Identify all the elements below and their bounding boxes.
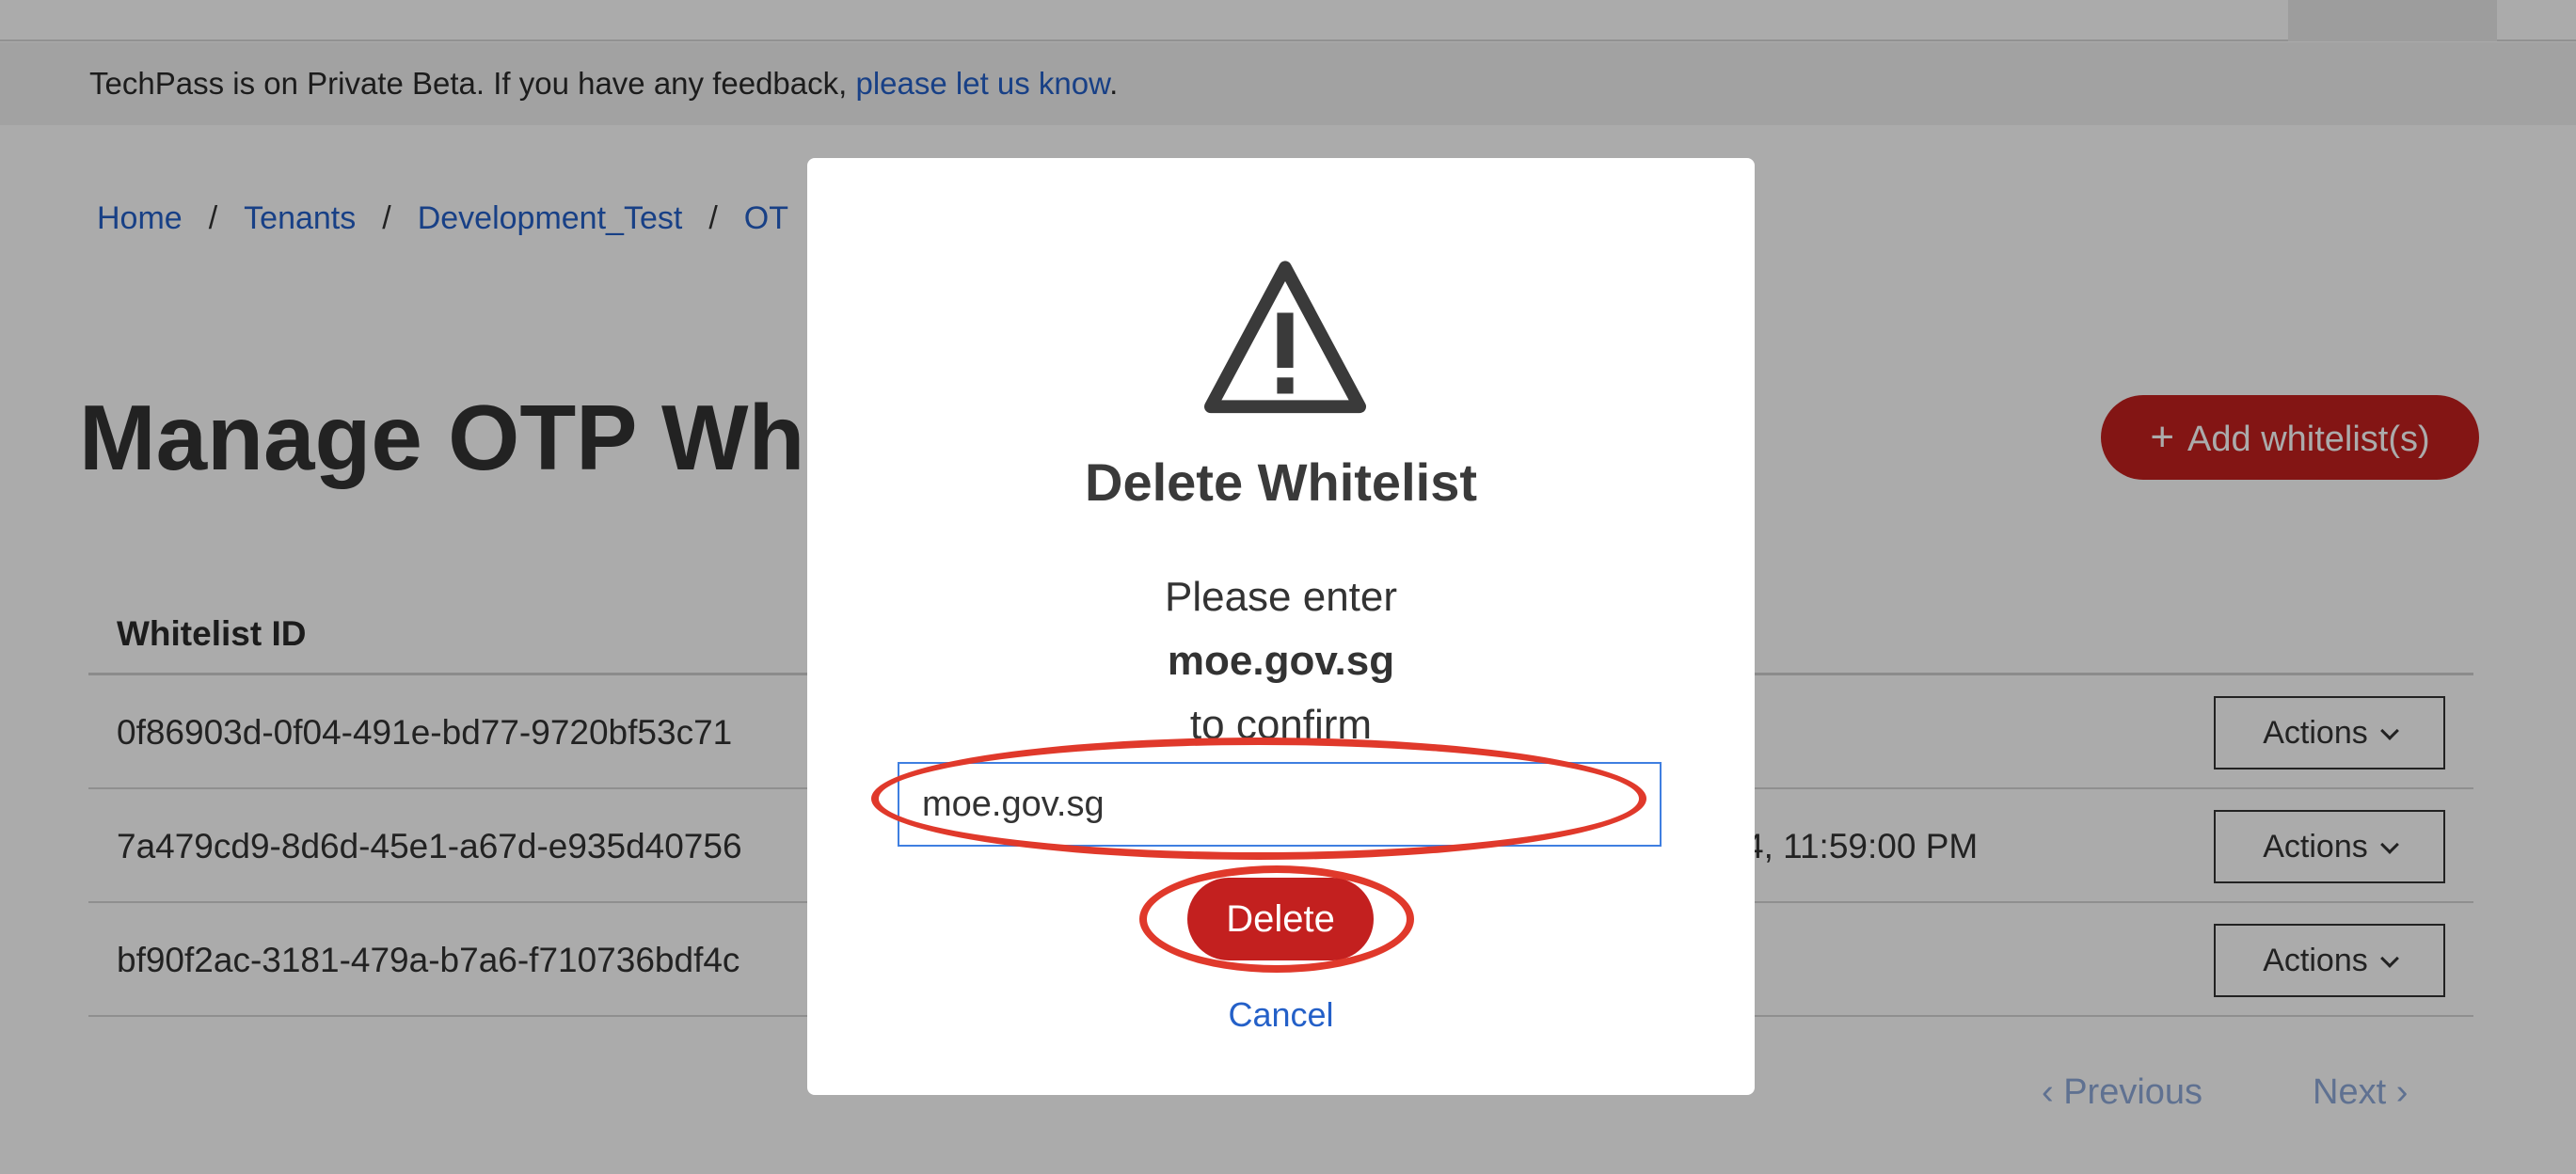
annotation-ellipse-input (871, 738, 1646, 860)
cancel-link[interactable]: Cancel (807, 995, 1755, 1035)
warning-icon (1204, 261, 1366, 414)
annotation-ellipse-delete (1139, 865, 1414, 973)
dialog-title: Delete Whitelist (1085, 452, 1477, 512)
page: TechPass is on Private Beta. If you have… (0, 0, 2576, 1174)
dialog-domain: moe.gov.sg (1167, 638, 1395, 684)
dialog-instruction: Please enter (1164, 574, 1398, 620)
